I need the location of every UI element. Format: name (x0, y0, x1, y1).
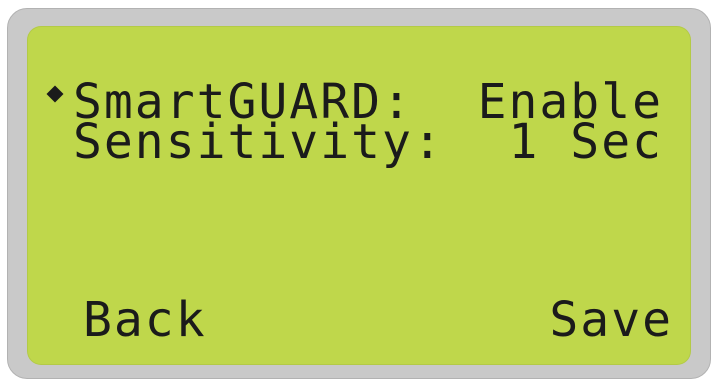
softkey-bar: Back Save (27, 296, 691, 365)
back-softkey[interactable]: Back (83, 296, 207, 344)
menu-item-sensitivity[interactable]: Sensitivity: 1 Sec (27, 118, 691, 188)
menu-item-label: Sensitivity: (73, 114, 444, 170)
save-softkey[interactable]: Save (549, 296, 673, 344)
lcd-screen: SmartGUARD: Enable Sensitivity: 1 Sec Ba… (27, 26, 691, 365)
menu-item-smartguard[interactable]: SmartGUARD: Enable (27, 50, 691, 126)
diamond-cursor-icon (46, 85, 64, 103)
menu-item-value: 1 Sec (508, 114, 663, 170)
